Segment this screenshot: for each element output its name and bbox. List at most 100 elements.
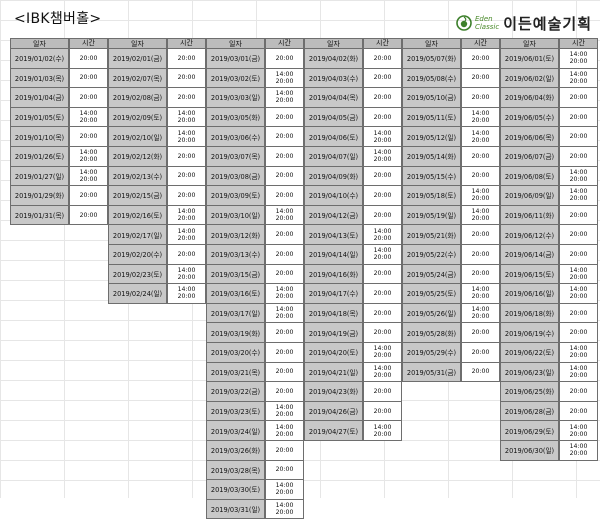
showtime: 14:00 (569, 51, 588, 59)
schedule-date-cell: 2019/02/24(일) (108, 283, 167, 304)
showtime: 14:00 (373, 227, 392, 235)
showtime: 14:00 (373, 247, 392, 255)
schedule-date-cell: 2019/05/26(일) (402, 302, 461, 324)
showtime: 20:00 (373, 289, 392, 297)
schedule-date-cell: 2019/03/20(수) (206, 342, 265, 363)
schedule-date-cell: 2019/03/31(일) (206, 498, 265, 519)
schedule-time-cell: 20:00 (265, 459, 304, 481)
brand-small-text: Eden Classic (475, 15, 499, 31)
showtime: 20:00 (373, 430, 392, 438)
schedule-date-cell: 2019/04/17(수) (304, 283, 363, 304)
schedule-time-cell: 14:00 20:00 (265, 204, 304, 226)
schedule-date-cell: 2019/06/16(일) (500, 283, 559, 304)
schedule-time-cell: 20:00 (167, 48, 206, 69)
showtime: 20:00 (275, 387, 294, 395)
schedule-time-cell: 14:00 20:00 (265, 283, 304, 304)
brand-logo: Eden Classic 이든예술기획 (456, 10, 592, 36)
showtime: 20:00 (79, 191, 98, 199)
schedule-date-cell: 2019/04/09(화) (304, 165, 363, 187)
showtime: 20:00 (373, 113, 392, 121)
schedule-time-cell: 20:00 (265, 381, 304, 402)
showtime: 20:00 (373, 191, 392, 199)
schedule-date-cell: 2019/04/04(목) (304, 87, 363, 108)
schedule-date-cell: 2019/06/04(화) (500, 87, 559, 108)
showtime: 20:00 (177, 136, 196, 144)
schedule-time-cell: 20:00 (461, 67, 500, 89)
schedule-time-cell: 14:00 20:00 (363, 244, 402, 265)
schedule-time-cell: 20:00 (265, 263, 304, 285)
schedule-time-cell: 20:00 (265, 48, 304, 69)
schedule-time-cell: 14:00 20:00 (265, 498, 304, 519)
schedule-time-cell: 14:00 20:00 (69, 146, 108, 167)
schedule-date-cell: 2019/06/22(토) (500, 342, 559, 363)
showtime: 20:00 (177, 273, 196, 281)
showtime: 20:00 (373, 234, 392, 242)
schedule-date-cell: 2019/03/17(일) (206, 302, 265, 324)
showtime: 20:00 (275, 250, 294, 258)
schedule-time-cell: 14:00 20:00 (363, 342, 402, 363)
schedule-time-cell: 20:00 (265, 106, 304, 128)
schedule-time-cell: 14:00 20:00 (559, 342, 598, 363)
schedule-date-cell: 2019/05/19(일) (402, 204, 461, 226)
schedule-date-cell: 2019/05/25(토) (402, 283, 461, 304)
schedule-date-cell: 2019/06/19(수) (500, 322, 559, 343)
schedule-time-cell: 20:00 (167, 67, 206, 89)
showtime: 14:00 (471, 306, 490, 314)
showtime: 20:00 (79, 93, 98, 101)
showtime: 20:00 (177, 93, 196, 101)
schedule-date-cell: 2019/03/23(토) (206, 400, 265, 422)
schedule-date-cell: 2019/05/24(금) (402, 263, 461, 285)
schedule-date-cell: 2019/04/10(수) (304, 185, 363, 206)
showtime: 20:00 (275, 191, 294, 199)
schedule-date-cell: 2019/03/26(화) (206, 440, 265, 461)
showtime: 14:00 (275, 286, 294, 294)
schedule-time-cell: 20:00 (167, 165, 206, 187)
eden-leaf-icon (456, 15, 472, 31)
schedule-time-cell: 20:00 (265, 322, 304, 343)
showtime: 14:00 (79, 149, 98, 157)
showtime: 20:00 (471, 172, 490, 180)
schedule-time-cell: 14:00 20:00 (559, 361, 598, 383)
showtime: 20:00 (569, 309, 588, 317)
schedule-date-cell: 2019/03/07(목) (206, 146, 265, 167)
showtime: 14:00 (275, 70, 294, 78)
showtime: 20:00 (177, 250, 196, 258)
showtime: 14:00 (569, 364, 588, 372)
schedule-date-cell: 2019/03/08(금) (206, 165, 265, 187)
showtime: 20:00 (569, 329, 588, 337)
schedule-time-cell: 20:00 (559, 224, 598, 245)
schedule-date-cell: 2019/03/13(수) (206, 244, 265, 265)
showtime: 20:00 (569, 407, 588, 415)
schedule-date-cell: 2019/04/05(금) (304, 106, 363, 128)
showtime: 14:00 (177, 129, 196, 137)
schedule-time-cell: 20:00 (69, 67, 108, 89)
showtime: 14:00 (373, 364, 392, 372)
venue-title: <IBK챔버홀> (14, 11, 102, 27)
showtime: 20:00 (373, 254, 392, 262)
schedule-date-cell: 2019/02/17(일) (108, 224, 167, 245)
schedule-time-cell: 14:00 20:00 (461, 283, 500, 304)
schedule-date-cell: 2019/02/20(수) (108, 244, 167, 265)
schedule-date-cell: 2019/05/11(토) (402, 106, 461, 128)
showtime: 20:00 (471, 270, 490, 278)
showtime: 20:00 (79, 133, 98, 141)
showtime: 14:00 (177, 208, 196, 216)
showtime: 20:00 (275, 77, 294, 85)
schedule-time-cell: 20:00 (363, 165, 402, 187)
schedule-time-cell: 14:00 20:00 (265, 420, 304, 441)
showtime: 14:00 (471, 110, 490, 118)
schedule-time-cell: 20:00 (265, 185, 304, 206)
schedule-time-cell: 20:00 (265, 342, 304, 363)
showtime: 20:00 (373, 156, 392, 164)
schedule-time-cell: 20:00 (363, 381, 402, 402)
schedule-date-cell: 2019/04/03(수) (304, 67, 363, 89)
showtime: 14:00 (275, 482, 294, 490)
schedule-date-cell: 2019/05/15(수) (402, 165, 461, 187)
schedule-date-cell: 2019/03/03(일) (206, 87, 265, 108)
schedule-time-cell: 20:00 (559, 106, 598, 128)
schedule-date-cell: 2019/05/31(금) (402, 361, 461, 383)
showtime: 14:00 (569, 423, 588, 431)
schedule-time-cell: 20:00 (461, 244, 500, 265)
showtime: 20:00 (373, 329, 392, 337)
schedule-date-cell: 2019/05/07(화) (402, 48, 461, 69)
